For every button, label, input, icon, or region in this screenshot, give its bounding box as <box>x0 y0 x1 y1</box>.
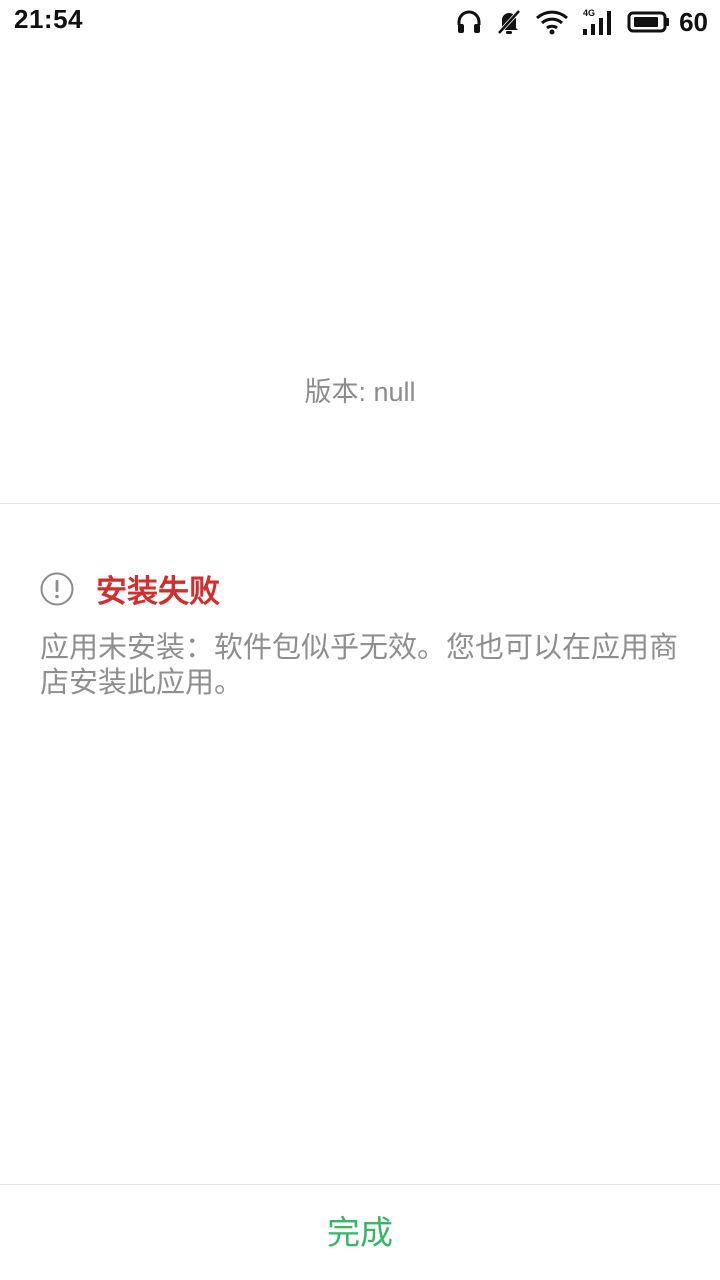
error-message: 应用未安装：软件包似乎无效。您也可以在应用商店安装此应用。 <box>40 630 679 699</box>
status-bar: 21:54 4G 60 <box>0 0 720 44</box>
version-label: 版本: null <box>304 377 416 407</box>
battery-level: 60 <box>679 6 708 37</box>
done-button[interactable]: 完成 <box>0 1185 720 1280</box>
cellular-signal-icon: 4G <box>581 7 615 37</box>
battery-icon <box>627 10 671 34</box>
bell-muted-icon <box>495 8 523 36</box>
status-icons: 4G 60 <box>455 6 708 38</box>
status-time: 21:54 <box>14 4 83 34</box>
error-header: 安装失败 <box>40 566 220 611</box>
network-type-label: 4G <box>583 8 595 18</box>
wifi-icon <box>535 8 569 36</box>
divider-top <box>0 503 720 504</box>
alert-circle-icon <box>40 572 74 605</box>
headphones-icon <box>455 8 483 36</box>
error-title: 安装失败 <box>96 574 220 610</box>
